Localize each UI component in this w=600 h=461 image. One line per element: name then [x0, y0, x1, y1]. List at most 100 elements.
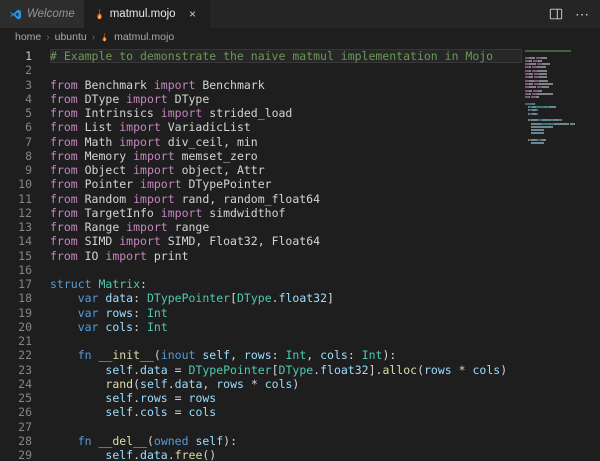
minimap-line: [525, 96, 587, 99]
code-line[interactable]: self.data.free(): [50, 448, 600, 461]
minimap-line: [525, 76, 587, 79]
line-number[interactable]: 27: [0, 420, 32, 434]
tab-label-matmul: matmul.mojo: [109, 8, 176, 20]
tab-welcome[interactable]: Welcome: [0, 0, 85, 28]
minimap-line: [525, 106, 587, 109]
code-line[interactable]: from Intrinsics import strided_load: [50, 106, 600, 120]
minimap-line: [525, 79, 587, 82]
minimap-line: [525, 116, 587, 118]
line-number[interactable]: 10: [0, 177, 32, 191]
minimap-line: [525, 142, 587, 145]
line-number[interactable]: 16: [0, 263, 32, 277]
code-line[interactable]: from TargetInfo import simdwidthof: [50, 206, 600, 220]
line-number[interactable]: 4: [0, 92, 32, 106]
code-line[interactable]: from Benchmark import Benchmark: [50, 78, 600, 92]
breadcrumb-item-ubuntu[interactable]: ubuntu: [55, 31, 87, 43]
line-number[interactable]: 17: [0, 277, 32, 291]
minimap-line: [525, 86, 587, 89]
line-number[interactable]: 11: [0, 192, 32, 206]
breadcrumb-item-file[interactable]: matmul.mojo: [114, 31, 174, 43]
minimap-line: [525, 129, 587, 132]
minimap-line: [525, 109, 587, 112]
code-line[interactable]: var rows: Int: [50, 306, 600, 320]
minimap-line: [525, 136, 587, 138]
code-line[interactable]: from Random import rand, random_float64: [50, 192, 600, 206]
line-number[interactable]: 9: [0, 163, 32, 177]
minimap-line: [525, 50, 587, 52]
code-line[interactable]: fn __del__(owned self):: [50, 434, 600, 448]
line-number[interactable]: 20: [0, 320, 32, 334]
code-line[interactable]: [50, 420, 600, 434]
minimap-line: [525, 59, 587, 62]
line-number[interactable]: 5: [0, 106, 32, 120]
line-number[interactable]: 23: [0, 363, 32, 377]
code-line[interactable]: from Range import range: [50, 220, 600, 234]
code-line[interactable]: var data: DTypePointer[DType.float32]: [50, 291, 600, 305]
gutter: 1 2 3 4 5 6 7 8 9 10 11 12 13 14 15 16 17 18 19 20 21 22 23 24 2…: [0, 49, 32, 461]
line-number[interactable]: 7: [0, 135, 32, 149]
code-line[interactable]: self.cols = cols: [50, 405, 600, 419]
code-line[interactable]: from Math import div_ceil, min: [50, 135, 600, 149]
code-lines: # Example to demonstrate the naive matmu…: [50, 49, 600, 461]
mojo-flame-icon: [94, 8, 105, 21]
breadcrumb: home › ubuntu › matmul.mojo: [0, 28, 600, 46]
line-number[interactable]: 22: [0, 348, 32, 362]
code-editor[interactable]: 1 2 3 4 5 6 7 8 9 10 11 12 13 14 15 16 17 18 19 20 21 22 23 24 2…: [0, 46, 600, 461]
line-number[interactable]: 28: [0, 434, 32, 448]
line-number[interactable]: 8: [0, 149, 32, 163]
line-number[interactable]: 3: [0, 78, 32, 92]
code-line[interactable]: from Memory import memset_zero: [50, 149, 600, 163]
line-number[interactable]: 26: [0, 405, 32, 419]
line-number[interactable]: 29: [0, 448, 32, 461]
minimap-line: [525, 99, 587, 101]
code-line[interactable]: struct Matrix:: [50, 277, 600, 291]
code-line[interactable]: from IO import print: [50, 249, 600, 263]
line-number[interactable]: 6: [0, 120, 32, 134]
code-line[interactable]: self.rows = rows: [50, 391, 600, 405]
line-number[interactable]: 19: [0, 306, 32, 320]
vscode-window: Welcome matmul.mojo × ⋯ home › ubuntu › …: [0, 0, 600, 461]
line-number[interactable]: 13: [0, 220, 32, 234]
minimap-line: [525, 56, 587, 59]
minimap-line: [525, 89, 587, 92]
minimap-line: [525, 66, 587, 69]
line-number[interactable]: 24: [0, 377, 32, 391]
code-line[interactable]: from SIMD import SIMD, Float32, Float64: [50, 234, 600, 248]
line-number[interactable]: 21: [0, 334, 32, 348]
line-number[interactable]: 2: [0, 63, 32, 77]
code-line[interactable]: rand(self.data, rows * cols): [50, 377, 600, 391]
breadcrumb-item-home[interactable]: home: [15, 31, 41, 43]
close-tab-icon[interactable]: ×: [186, 7, 200, 21]
line-number[interactable]: 15: [0, 249, 32, 263]
line-number[interactable]: 18: [0, 291, 32, 305]
code-line[interactable]: from Pointer import DTypePointer: [50, 177, 600, 191]
chevron-right-icon: ›: [91, 31, 96, 43]
minimap-line: [525, 92, 587, 95]
line-number[interactable]: 12: [0, 206, 32, 220]
breadcrumb-file-flame-icon: [100, 32, 109, 43]
minimap-line: [525, 102, 587, 105]
code-line[interactable]: fn __init__(inout self, rows: Int, cols:…: [50, 348, 600, 362]
minimap-line: [525, 119, 587, 122]
split-editor-icon[interactable]: [549, 7, 563, 21]
editor-actions: ⋯: [539, 0, 600, 28]
code-line[interactable]: # Example to demonstrate the naive matmu…: [50, 49, 522, 64]
chevron-right-icon: ›: [46, 31, 50, 43]
code-line[interactable]: [50, 63, 600, 77]
line-number[interactable]: 25: [0, 391, 32, 405]
code-line[interactable]: from List import VariadicList: [50, 120, 600, 134]
minimap[interactable]: [525, 50, 587, 149]
line-number[interactable]: 1: [0, 49, 32, 63]
minimap-line: [525, 139, 587, 142]
code-line[interactable]: self.data = DTypePointer[DType.float32].…: [50, 363, 600, 377]
line-number[interactable]: 14: [0, 234, 32, 248]
code-line[interactable]: from DType import DType: [50, 92, 600, 106]
minimap-line: [525, 63, 587, 66]
tab-matmul-mojo[interactable]: matmul.mojo ×: [84, 0, 210, 28]
code-line[interactable]: from Object import object, Attr: [50, 163, 600, 177]
code-line[interactable]: [50, 334, 600, 348]
code-line[interactable]: var cols: Int: [50, 320, 600, 334]
minimap-line: [525, 132, 587, 135]
code-line[interactable]: [50, 263, 600, 277]
more-actions-icon[interactable]: ⋯: [575, 6, 590, 23]
